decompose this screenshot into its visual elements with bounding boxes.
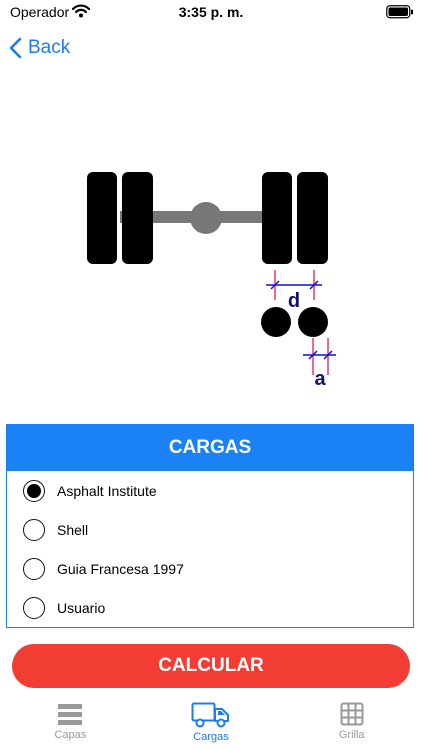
tire-left-outer (87, 172, 117, 264)
axle-diagram: d a (87, 172, 336, 390)
calculate-button[interactable]: CALCULAR (12, 644, 410, 688)
tire-right-inner (262, 172, 292, 264)
grid-icon (340, 702, 364, 726)
tab-grilla[interactable]: Grilla (281, 696, 422, 750)
option-shell[interactable]: Shell (7, 510, 413, 549)
option-label: Asphalt Institute (57, 482, 157, 499)
option-usuario[interactable]: Usuario (7, 588, 413, 627)
back-label: Back (28, 37, 71, 58)
radio-button[interactable] (23, 479, 45, 502)
tab-bar: Capas Cargas Grilla (0, 696, 422, 750)
option-label: Shell (57, 521, 89, 538)
tab-label: Cargas (193, 731, 229, 743)
chevron-left-icon (9, 37, 22, 59)
tab-capas[interactable]: Capas (0, 696, 141, 750)
tab-label: Grilla (338, 729, 365, 741)
tire-right-outer (297, 172, 328, 264)
contact-circle-left (261, 307, 291, 337)
radio-button[interactable] (23, 596, 45, 619)
option-guia-francesa[interactable]: Guia Francesa 1997 (7, 549, 413, 588)
tab-cargas[interactable]: Cargas (141, 696, 282, 750)
tire-left-inner (122, 172, 153, 264)
radio-button[interactable] (23, 557, 45, 580)
option-label: Usuario (57, 599, 106, 616)
cargas-panel: CARGAS Asphalt Institute Shell Guia Fran… (6, 424, 414, 628)
truck-icon (191, 702, 229, 728)
method-options: Asphalt Institute Shell Guia Francesa 19… (7, 471, 413, 627)
axle-hub (190, 202, 222, 234)
radio-button[interactable] (23, 518, 45, 541)
contact-circle-right (298, 307, 328, 337)
dim-a-label: a (314, 368, 326, 390)
tab-label: Capas (54, 729, 87, 741)
layers-icon (58, 704, 83, 725)
option-label: Guia Francesa 1997 (57, 560, 184, 577)
battery-icon (386, 5, 414, 24)
status-bar: Operador 3:35 p. m. (0, 0, 422, 26)
option-asphalt-institute[interactable]: Asphalt Institute (7, 471, 413, 510)
dim-d-label: d (288, 290, 300, 312)
clock: 3:35 p. m. (178, 4, 244, 20)
panel-title: CARGAS (7, 425, 413, 471)
back-button[interactable]: Back (8, 34, 70, 62)
